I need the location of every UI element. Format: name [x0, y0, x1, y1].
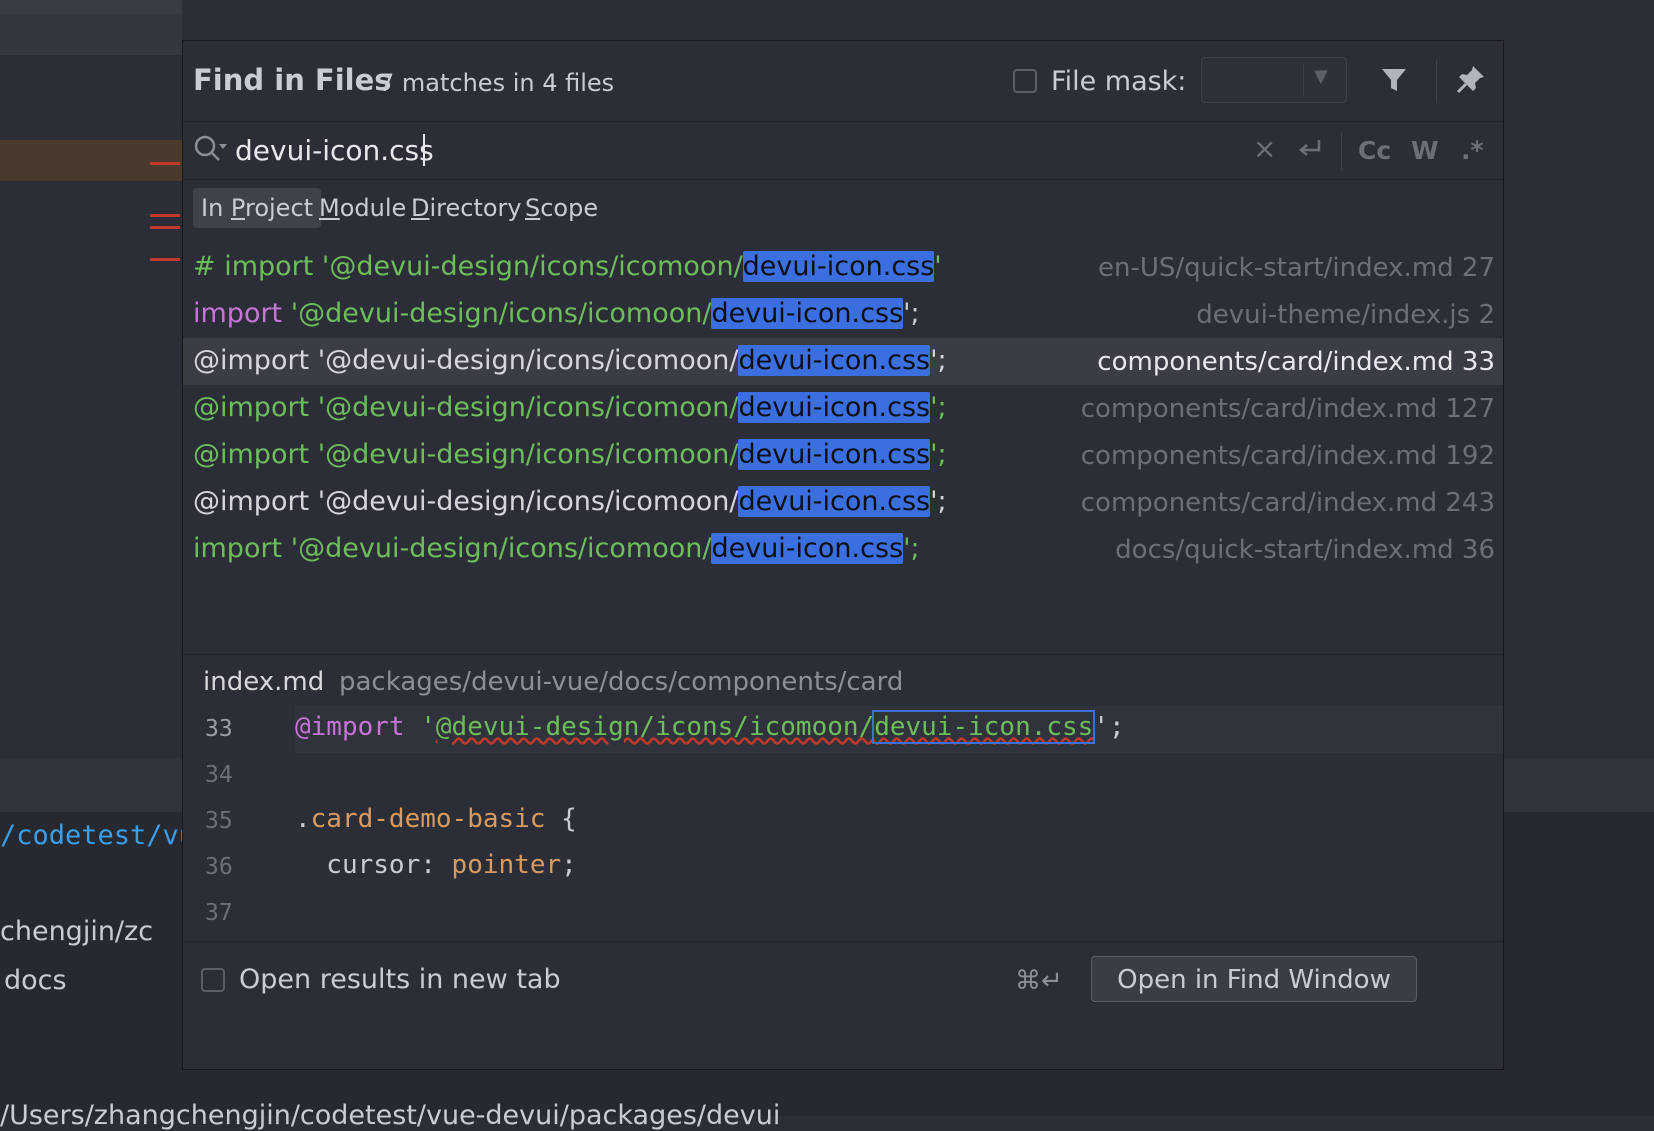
preview-header: index.md packages/devui-vue/docs/compone… [183, 654, 1503, 707]
file-mask-label: File mask: [1051, 66, 1187, 97]
tab-module[interactable]: Module [311, 188, 414, 228]
result-code: @import '@devui-design/icons/icomoon/dev… [193, 345, 947, 376]
result-code: import '@devui-design/icons/icomoon/devu… [193, 533, 920, 564]
preview-editor[interactable]: 33 34 35 36 37 @import '@devui-design/ic… [183, 706, 1503, 941]
line-number: 37 [205, 900, 233, 926]
result-location: docs/quick-start/index.md 36 [1115, 535, 1495, 565]
result-row-selected[interactable]: @import '@devui-design/icons/icomoon/dev… [183, 338, 1503, 385]
clear-icon[interactable]: × [1253, 132, 1276, 165]
dialog-footer: Open results in new tab ⌘↵ Open in Find … [183, 941, 1503, 1069]
line-number: 35 [205, 808, 233, 834]
result-location: en-US/quick-start/index.md 27 [1098, 253, 1495, 283]
code-line-36: cursor: pointer; [295, 850, 577, 880]
file-mask-combo[interactable]: ▼ [1201, 57, 1347, 103]
result-row[interactable]: @import '@devui-design/icons/icomoon/dev… [183, 479, 1503, 526]
result-row[interactable]: @import '@devui-design/icons/icomoon/dev… [183, 432, 1503, 479]
chevron-down-icon[interactable]: ▼ [1314, 66, 1328, 87]
tab-directory[interactable]: Directory [403, 188, 530, 228]
regex-toggle[interactable]: .* [1461, 136, 1484, 165]
open-in-find-window-button[interactable]: Open in Find Window [1091, 956, 1417, 1002]
file-mask-checkbox[interactable] [1013, 69, 1037, 93]
editor-tab-topline [0, 0, 182, 14]
line-number: 36 [205, 854, 233, 880]
result-code: import '@devui-design/icons/icomoon/devu… [193, 298, 920, 329]
whole-words-toggle[interactable]: W [1411, 136, 1439, 165]
result-code: @import '@devui-design/icons/icomoon/dev… [193, 439, 947, 470]
terminal-path-fragment: /codetest/vu [0, 820, 196, 851]
result-row[interactable]: import '@devui-design/icons/icomoon/devu… [183, 526, 1503, 573]
result-row[interactable]: @import '@devui-design/icons/icomoon/dev… [183, 385, 1503, 432]
error-marker [150, 162, 180, 165]
line-number-gutter [183, 706, 295, 941]
code-line-35: .card-demo-basic { [295, 804, 577, 834]
dialog-title: Find in Files [193, 63, 392, 97]
text-caret [423, 134, 425, 166]
result-code: @import '@devui-design/icons/icomoon/dev… [193, 392, 947, 423]
new-line-icon[interactable] [1295, 136, 1323, 169]
preview-file-name: index.md [203, 667, 325, 697]
dialog-header: Find in Files 7 matches in 4 files File … [183, 41, 1503, 121]
pin-icon[interactable] [1455, 63, 1487, 99]
match-count: 7 matches in 4 files [379, 69, 615, 97]
result-location: devui-theme/index.js 2 [1196, 300, 1495, 330]
result-code: # import '@devui-design/icons/icomoon/de… [193, 251, 942, 282]
result-location: components/card/index.md 127 [1080, 394, 1495, 424]
preview-file-path: packages/devui-vue/docs/components/card [339, 667, 904, 697]
search-input[interactable] [235, 130, 835, 170]
find-in-files-dialog: Find in Files 7 matches in 4 files File … [182, 40, 1504, 1070]
editor-highlight-line [0, 140, 182, 181]
result-code: @import '@devui-design/icons/icomoon/dev… [193, 486, 947, 517]
result-location: components/card/index.md 33 [1097, 347, 1495, 377]
match-case-toggle[interactable]: Cc [1358, 136, 1391, 165]
filter-icon[interactable] [1379, 65, 1409, 99]
shortcut-hint: ⌘↵ [1015, 966, 1063, 996]
code-line-33: @import '@devui-design/icons/icomoon/dev… [295, 710, 1125, 744]
error-marker [150, 258, 180, 261]
open-new-tab-checkbox[interactable] [201, 968, 225, 992]
scope-tabs: In Project Module Directory Scope [183, 180, 1503, 242]
line-number: 33 [205, 716, 233, 742]
result-row[interactable]: import '@devui-design/icons/icomoon/devu… [183, 291, 1503, 338]
tab-in-project[interactable]: In Project [193, 188, 322, 228]
terminal-docs-fragment: docs [4, 965, 67, 996]
tab-scope[interactable]: Scope [517, 188, 606, 228]
error-marker [150, 226, 180, 229]
error-marker [150, 214, 180, 217]
open-new-tab-label: Open results in new tab [239, 964, 561, 995]
results-list: # import '@devui-design/icons/icomoon/de… [183, 244, 1503, 654]
result-location: components/card/index.md 243 [1080, 488, 1495, 518]
search-row: × Cc W .* [183, 121, 1503, 180]
line-number: 34 [205, 762, 233, 788]
result-row[interactable]: # import '@devui-design/icons/icomoon/de… [183, 244, 1503, 291]
search-history-icon[interactable] [193, 134, 229, 170]
result-location: components/card/index.md 192 [1080, 441, 1495, 471]
terminal-name-fragment: chengjin/zc [0, 916, 154, 947]
